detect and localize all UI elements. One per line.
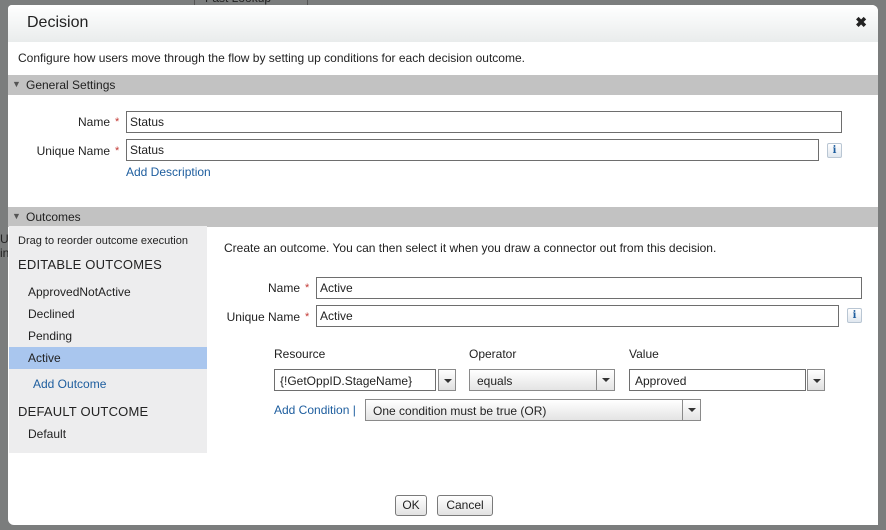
general-settings-header[interactable]: ▼ General Settings [8, 75, 878, 95]
add-condition-link[interactable]: Add Condition | [274, 403, 356, 417]
reorder-hint: Drag to reorder outcome execution [18, 235, 188, 247]
unique-name-label: Unique Name [36, 144, 110, 158]
chevron-down-icon [682, 400, 700, 420]
value-header: Value [629, 347, 659, 361]
required-asterisk: * [305, 282, 310, 294]
dialog-title: Decision [27, 14, 89, 31]
value-dropdown-button[interactable] [807, 369, 825, 391]
dialog-intro: Configure how users move through the flo… [18, 51, 525, 65]
collapse-triangle-icon: ▼ [12, 211, 21, 221]
operator-value: equals [477, 374, 513, 388]
condition-logic-select[interactable]: One condition must be true (OR) [365, 399, 701, 421]
decision-dialog: Decision ✖ Configure how users move thro… [8, 5, 878, 525]
outcome-name-input[interactable] [316, 277, 862, 299]
required-asterisk: * [305, 311, 310, 323]
condition-logic-value: One condition must be true (OR) [373, 404, 547, 418]
outcome-item-active[interactable]: Active [9, 347, 207, 369]
outcome-item-declined[interactable]: Declined [9, 303, 207, 325]
name-label: Name [77, 115, 110, 129]
default-outcome-heading: DEFAULT OUTCOME [18, 404, 149, 419]
outcome-unique-name-label: Unique Name [226, 310, 300, 324]
editable-outcomes-heading: EDITABLE OUTCOMES [18, 257, 163, 272]
dialog-header: Decision ✖ [8, 5, 878, 42]
operator-select[interactable]: equals [469, 369, 615, 391]
resource-input[interactable]: {!GetOppID.StageName} [274, 369, 436, 391]
add-description-link[interactable]: Add Description [126, 165, 211, 179]
info-icon[interactable]: i [847, 308, 862, 323]
cancel-button[interactable]: Cancel [437, 495, 493, 516]
required-asterisk: * [115, 116, 120, 128]
outcomes-label: Outcomes [26, 210, 81, 224]
resource-dropdown-button[interactable] [438, 369, 456, 391]
info-icon[interactable]: i [827, 143, 842, 158]
add-outcome-link[interactable]: Add Outcome [33, 377, 106, 391]
operator-header: Operator [469, 347, 517, 361]
resource-header: Resource [274, 347, 326, 361]
value-input[interactable]: Approved [629, 369, 806, 391]
decision-unique-name-input[interactable] [126, 139, 819, 161]
outcomes-sidebar: Drag to reorder outcome execution EDITAB… [9, 226, 207, 453]
outcome-item-pending[interactable]: Pending [9, 325, 207, 347]
close-icon[interactable]: ✖ [855, 14, 867, 31]
outcome-item-default[interactable]: Default [9, 423, 207, 445]
general-settings-label: General Settings [26, 78, 116, 92]
required-asterisk: * [115, 145, 120, 157]
outcome-unique-name-input[interactable] [316, 305, 839, 327]
outcome-hint: Create an outcome. You can then select i… [224, 241, 717, 255]
decision-name-input[interactable] [126, 111, 842, 133]
outcomes-header[interactable]: ▼ Outcomes [8, 207, 878, 227]
collapse-triangle-icon: ▼ [12, 79, 21, 89]
outcome-name-label: Name [267, 281, 300, 295]
ok-button[interactable]: OK [395, 495, 427, 516]
outcome-item-approvednotactive[interactable]: ApprovedNotActive [9, 281, 207, 303]
chevron-down-icon [596, 370, 614, 390]
